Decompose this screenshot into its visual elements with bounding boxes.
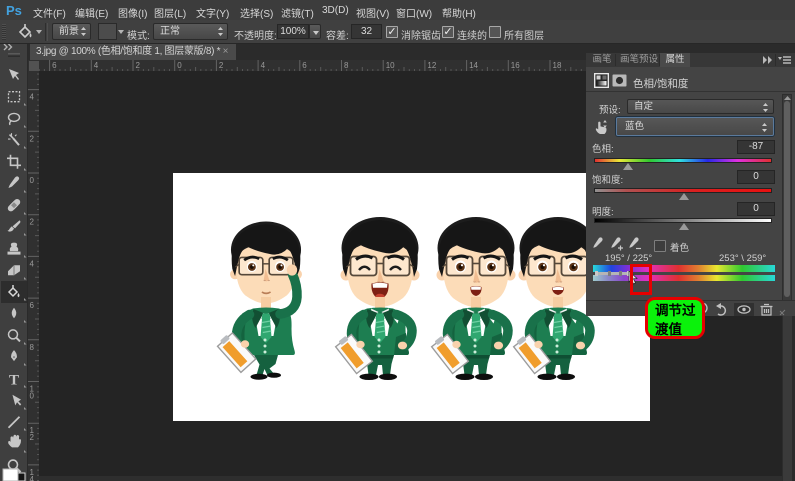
svg-text:8: 8 [344, 61, 349, 70]
svg-text:4: 4 [30, 93, 35, 102]
svg-text:0: 0 [30, 176, 35, 185]
svg-text:4: 4 [94, 61, 99, 70]
svg-text:2: 2 [219, 61, 224, 70]
svg-text:6: 6 [52, 61, 57, 70]
svg-text:12: 12 [427, 61, 436, 70]
svg-text:T: T [9, 372, 19, 388]
svg-text:6: 6 [302, 61, 307, 70]
svg-text:4: 4 [261, 61, 266, 70]
svg-text:0: 0 [177, 61, 182, 70]
svg-text:14: 14 [469, 61, 478, 70]
svg-text:18: 18 [553, 61, 562, 70]
svg-text:8: 8 [30, 343, 35, 352]
svg-text:0: 0 [30, 392, 35, 401]
svg-text:4: 4 [30, 259, 35, 268]
svg-text:10: 10 [386, 61, 395, 70]
svg-text:2: 2 [30, 433, 35, 442]
svg-text:6: 6 [30, 301, 35, 310]
svg-text:4: 4 [30, 475, 35, 481]
svg-text:2: 2 [30, 218, 35, 227]
svg-text:16: 16 [511, 61, 520, 70]
svg-text:2: 2 [30, 134, 35, 143]
svg-text:2: 2 [136, 61, 141, 70]
